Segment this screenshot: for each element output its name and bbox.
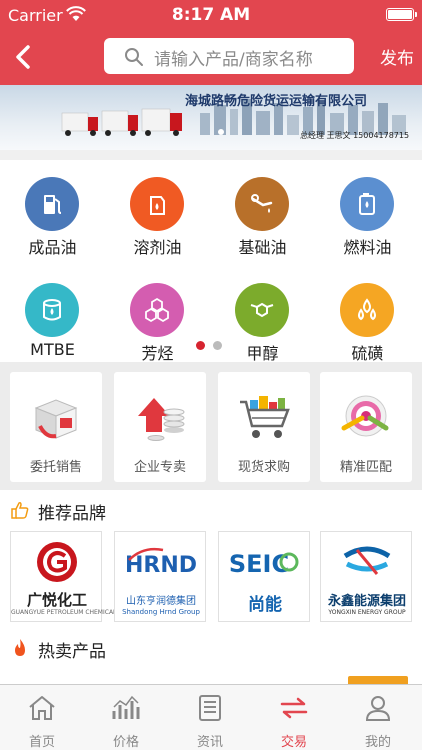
service-label: 现货求购 xyxy=(237,460,290,475)
service-precise-matching[interactable]: 精准匹配 xyxy=(320,372,412,482)
tab-bar: 首页 价格 资讯 交易 我的 xyxy=(0,684,422,750)
oil-drop-icon xyxy=(235,177,289,231)
category-solvent-oil[interactable]: 溶剂油 xyxy=(105,160,210,260)
tab-label: 资讯 xyxy=(196,735,223,750)
category-mtbe[interactable]: MTBE xyxy=(0,266,105,366)
brand-hrnd[interactable]: HRND 山东亨润德集团 Shandong Hrnd Group xyxy=(114,531,206,622)
trucks-image xyxy=(61,108,182,136)
flame-drops-icon xyxy=(340,283,394,337)
oil-can-icon xyxy=(130,177,184,231)
svg-text:HRND: HRND xyxy=(125,553,197,578)
status-bar: Carrier 8:17 AM xyxy=(0,0,422,30)
search-icon xyxy=(125,48,143,66)
flame-icon xyxy=(15,639,25,656)
brand-subtitle: GUANGYUE PETROLEUM CHEMICAL xyxy=(11,609,117,616)
news-icon xyxy=(199,695,221,721)
hexagon-icon xyxy=(130,283,184,337)
hot-products-header: 热卖产品 xyxy=(0,628,422,668)
clock: 8:17 AM xyxy=(171,5,251,25)
barrel-icon xyxy=(25,283,79,337)
tab-label: 我的 xyxy=(364,735,391,750)
service-label: 企业专卖 xyxy=(133,460,186,475)
category-page-indicator xyxy=(196,335,230,354)
guangyue-logo xyxy=(37,542,77,582)
cart-icon xyxy=(240,396,290,438)
brand-list: 广悦化工 GUANGYUE PETROLEUM CHEMICAL HRND 山东… xyxy=(0,529,422,629)
tab-news[interactable]: 资讯 xyxy=(168,685,252,750)
brand-subtitle: Shandong Hrnd Group xyxy=(122,608,200,616)
service-label: 精准匹配 xyxy=(339,460,392,475)
nav-bar: 请输入产品/商家名称 发布 xyxy=(0,30,422,85)
user-icon xyxy=(365,696,391,721)
tab-label: 首页 xyxy=(28,735,55,750)
service-label: 委托销售 xyxy=(29,460,82,475)
category-label: 硫磺 xyxy=(351,344,384,363)
brand-name: 永鑫能源集团 xyxy=(327,594,406,609)
brand-yongxin[interactable]: 永鑫能源集团 YONGXIN ENERGY GROUP xyxy=(320,531,412,622)
target-icon xyxy=(341,395,389,437)
service-consignment-sales[interactable]: 委托销售 xyxy=(10,372,102,482)
tab-mine[interactable]: 我的 xyxy=(336,685,420,750)
page-dot-active xyxy=(196,341,205,350)
category-label: 芳烃 xyxy=(141,344,174,363)
category-label: 溶剂油 xyxy=(133,238,182,257)
category-label: 燃料油 xyxy=(343,238,392,257)
brand-shangneng[interactable]: SEIC 尚能 xyxy=(218,531,310,622)
brand-name: 尚能 xyxy=(248,595,282,615)
category-label: 成品油 xyxy=(28,238,77,257)
molecule-icon xyxy=(235,283,289,337)
category-label: MTBE xyxy=(30,340,75,359)
brand-subtitle: YONGXIN ENERGY GROUP xyxy=(328,609,406,616)
category-base-oil[interactable]: 基础油 xyxy=(210,160,315,260)
hrnd-logo: HRND xyxy=(125,547,197,578)
fuel-pump-icon xyxy=(25,177,79,231)
seic-logo: SEIC xyxy=(229,550,299,578)
thumbs-up-icon xyxy=(11,502,29,519)
recommended-brands-header: 推荐品牌 xyxy=(0,490,422,530)
box-icon xyxy=(34,399,78,439)
fuel-tank-icon xyxy=(340,177,394,231)
category-label: 基础油 xyxy=(238,238,287,257)
brand-guangyue[interactable]: 广悦化工 GUANGYUE PETROLEUM CHEMICAL xyxy=(10,531,117,622)
category-aromatics[interactable]: 芳烃 xyxy=(105,266,210,366)
yongxin-logo xyxy=(343,546,391,575)
service-panel: 委托销售 企业专卖 现货求购 精准匹配 xyxy=(0,362,422,490)
category-fuel-oil[interactable]: 燃料油 xyxy=(315,160,420,260)
back-arrow-icon[interactable] xyxy=(10,40,40,74)
tab-trade[interactable]: 交易 xyxy=(252,685,336,750)
banner-page-indicator xyxy=(218,129,224,135)
section-title: 热卖产品 xyxy=(38,642,106,662)
publish-button[interactable]: 发布 xyxy=(380,44,414,69)
brand-name: 山东亨润德集团 xyxy=(126,596,196,607)
tab-label: 交易 xyxy=(280,735,307,750)
battery-icon xyxy=(386,8,417,21)
page-dot xyxy=(213,341,222,350)
tab-label: 价格 xyxy=(112,735,139,750)
banner-company-name: 海城路畅危险货运运输有限公司 xyxy=(185,94,368,109)
category-grid: 成品油 溶剂油 基础油 燃料油 MTBE 芳烃 甲醇 硫磺 xyxy=(0,160,422,363)
banner-contact: 总经理 王思文 15004178715 xyxy=(300,131,410,140)
home-icon xyxy=(29,696,55,720)
chart-icon xyxy=(112,695,140,719)
coins-icon xyxy=(138,398,185,441)
service-enterprise-store[interactable]: 企业专卖 xyxy=(114,372,206,482)
category-refined-oil[interactable]: 成品油 xyxy=(0,160,105,260)
category-sulfur[interactable]: 硫磺 xyxy=(315,266,420,366)
tab-home[interactable]: 首页 xyxy=(0,685,84,750)
brand-name: 广悦化工 xyxy=(26,591,87,609)
tab-price[interactable]: 价格 xyxy=(84,685,168,750)
exchange-icon xyxy=(280,697,308,719)
search-placeholder: 请输入产品/商家名称 xyxy=(154,50,313,70)
section-title: 推荐品牌 xyxy=(38,504,106,524)
service-spot-purchase[interactable]: 现货求购 xyxy=(218,372,310,482)
search-input[interactable]: 请输入产品/商家名称 xyxy=(104,38,354,74)
promo-banner[interactable]: 海城路畅危险货运运输有限公司 总经理 王思文 15004178715 xyxy=(0,85,422,150)
